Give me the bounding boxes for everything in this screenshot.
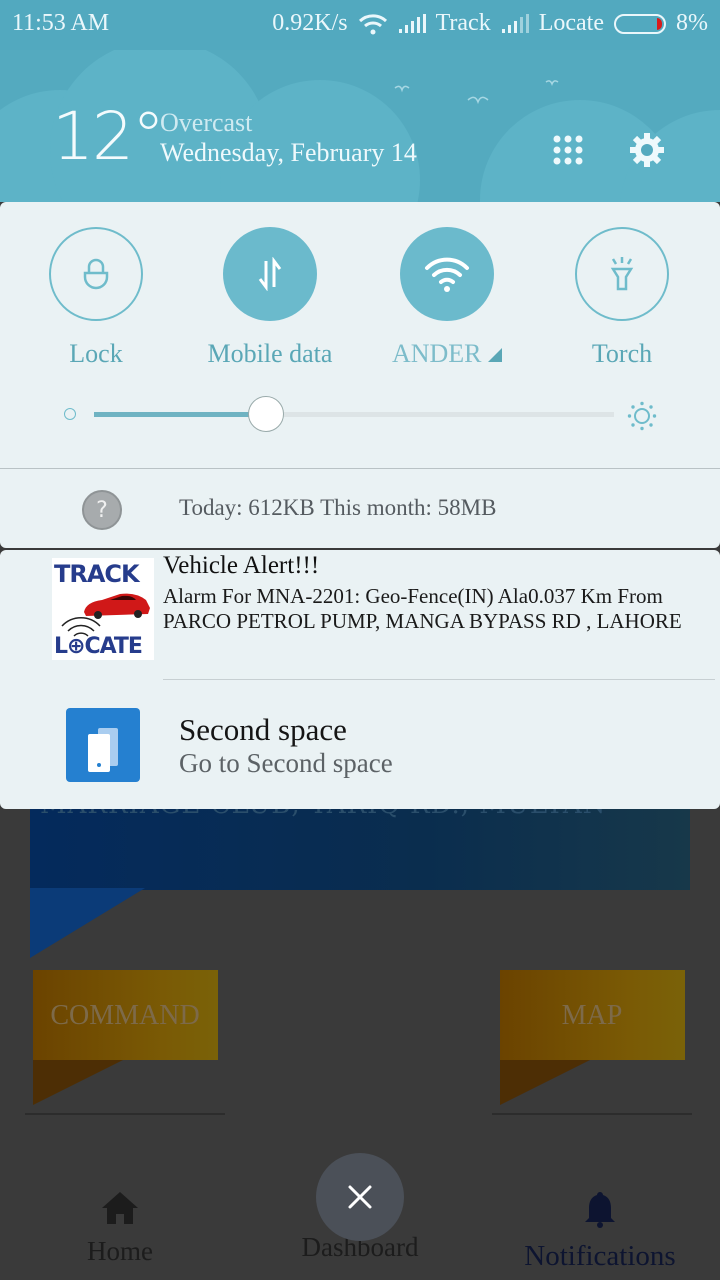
nav-home-label: Home [87,1236,153,1266]
close-notification-shade-button[interactable] [316,1153,404,1241]
sim1-label: Track [435,10,491,36]
tile-lock[interactable]: Lock [26,227,166,369]
tile-lock-label: Lock [69,339,123,368]
close-icon [348,1185,372,1209]
notification-body: Go to Second space [179,748,393,778]
nav-home[interactable]: Home [20,1190,220,1267]
wifi-network-name: ANDER [391,339,482,368]
map-ribbon-tail [500,1060,590,1105]
notification-title: Second space [179,712,347,747]
weather-header: 12° Overcast Wednesday, February 14 [0,50,720,202]
temperature: 12° [52,98,165,175]
logo-locate-text: L⊕CATE [54,634,143,659]
help-icon[interactable]: ? [82,490,122,530]
settings-button[interactable] [627,130,667,170]
command-card[interactable]: COMMAND [25,965,225,1115]
quick-settings-panel: Lock Mobile data ANDER Torch ? Today: 61… [0,202,720,548]
apps-grid-icon [553,135,583,165]
nav-notifications[interactable]: Notifications [500,1190,700,1273]
battery-icon [614,13,666,34]
tile-wifi-label: ANDER [377,339,517,369]
signal-sim1-icon [398,13,426,33]
settings-gear-icon [630,133,664,167]
brightness-high-icon [627,401,657,431]
second-space-app-icon [66,708,140,782]
brightness-fill [94,412,266,417]
tile-torch[interactable]: Torch [552,227,692,369]
data-arrows-icon [258,257,282,291]
data-usage-text: Today: 612KB This month: 58MB [179,495,497,520]
tile-torch-label: Torch [591,339,653,368]
weather-date: Wednesday, February 14 [160,138,417,167]
divider [0,468,720,469]
logo-track-text: TRACK [54,560,140,588]
brightness-low-icon [64,408,76,420]
birds-decoration [394,80,559,105]
tile-mobile-data[interactable]: Mobile data [200,227,340,369]
flashlight-icon [610,257,634,291]
sim2-label: Locate [538,10,604,36]
status-bar: 11:53 AM 0.92K/s Track Locate 8% [0,0,720,50]
wifi-status-icon [358,13,387,34]
home-icon [102,1192,138,1224]
notification-body: Alarm For MNA-2201: Geo-Fence(IN) Ala0.0… [163,584,682,633]
notification-title: Vehicle Alert!!! [163,552,320,579]
brightness-thumb[interactable] [247,396,284,432]
status-time: 11:53 AM [12,10,110,36]
command-label: COMMAND [50,1000,200,1031]
tile-mobile-data-label: Mobile data [207,339,333,368]
wifi-expand-arrow-icon[interactable] [488,348,503,362]
signal-sim2-icon [501,13,529,33]
banner-ribbon-tail [30,888,145,958]
apps-grid-button[interactable] [548,130,588,170]
lock-icon [83,258,109,290]
weather-condition: Overcast [160,108,253,137]
battery-percent: 8% [676,10,708,36]
phones-icon [88,728,118,772]
bell-icon [585,1192,615,1228]
brightness-slider[interactable] [94,396,614,432]
notifications-panel: TRACK L⊕CATE Vehicle Alert!!! Alarm For … [0,550,720,809]
map-card[interactable]: MAP [492,965,692,1115]
tile-wifi[interactable]: ANDER [377,227,517,369]
network-speed: 0.92K/s [272,10,348,36]
command-ribbon-tail [33,1060,123,1105]
divider [163,679,715,680]
wifi-icon [425,257,469,292]
nav-notifications-label: Notifications [524,1240,676,1272]
map-label: MAP [561,1000,623,1031]
track-locate-logo: TRACK L⊕CATE [52,558,154,660]
